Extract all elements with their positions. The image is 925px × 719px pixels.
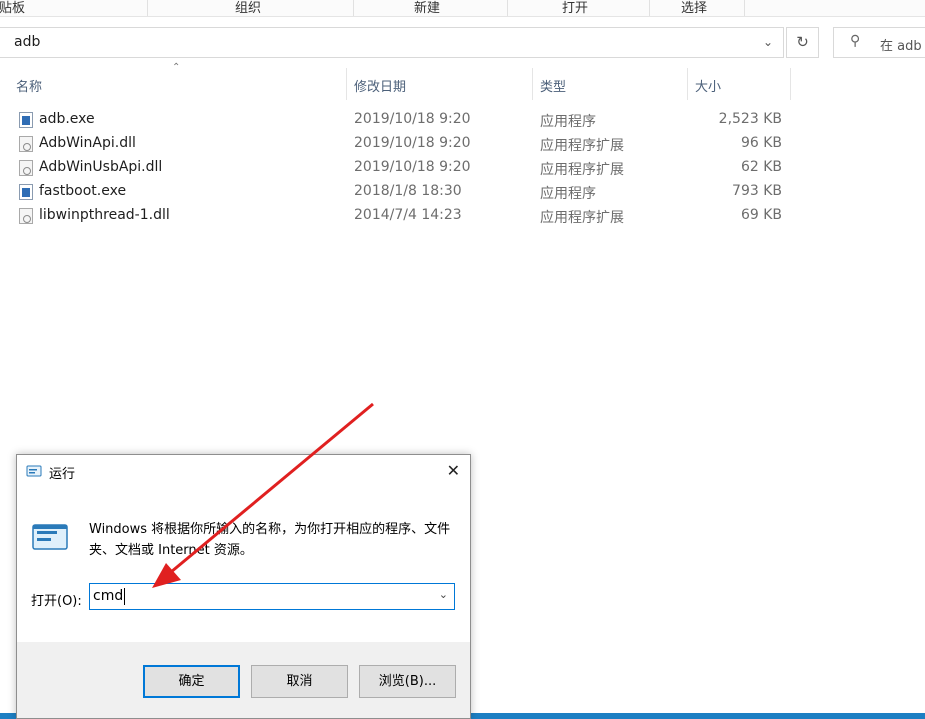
file-date: 2019/10/18 9:20 [354, 135, 471, 151]
file-size: 793 KB [732, 183, 782, 199]
file-row[interactable]: AdbWinUsbApi.dll 2019/10/18 9:20 应用程序扩展 … [0, 156, 800, 180]
file-type: 应用程序 [540, 114, 596, 130]
chevron-down-icon[interactable]: ⌄ [763, 35, 773, 49]
ribbon-group-select: 选择 [681, 1, 708, 16]
address-bar[interactable]: adb ⌄ [0, 27, 784, 58]
file-size: 69 KB [740, 207, 782, 223]
file-name: fastboot.exe [39, 183, 127, 199]
screen: 粘贴板 组织 新建 打开 选择 adb ⌄ ↻ ⚲ 在 adb 中搜索 ⌃ 名称… [0, 0, 925, 719]
ribbon-group-labels: 粘贴板 组织 新建 打开 选择 [0, 0, 925, 17]
dll-file-icon [19, 208, 33, 224]
dll-file-icon [19, 160, 33, 176]
run-large-icon [32, 524, 68, 550]
file-date: 2014/7/4 14:23 [354, 207, 462, 223]
text-caret [124, 588, 125, 605]
file-type: 应用程序扩展 [540, 210, 624, 226]
file-size: 2,523 KB [718, 111, 782, 127]
column-header-type[interactable]: 类型 [533, 68, 687, 100]
refresh-button[interactable]: ↻ [786, 27, 819, 58]
file-row[interactable]: libwinpthread-1.dll 2014/7/4 14:23 应用程序扩… [0, 204, 800, 228]
file-type: 应用程序扩展 [540, 162, 624, 178]
file-type: 应用程序 [540, 186, 596, 202]
file-type: 应用程序扩展 [540, 138, 624, 154]
file-date: 2019/10/18 9:20 [354, 111, 471, 127]
file-date: 2019/10/18 9:20 [354, 159, 471, 175]
address-path: adb [14, 34, 41, 50]
run-dialog: 运行 ✕ Windows 将根据你所输入的名称，为你打开相应的程序、文件夹、文档… [16, 454, 471, 719]
open-label: 打开(O): [31, 594, 82, 609]
exe-file-icon [19, 112, 33, 128]
refresh-icon: ↻ [796, 33, 809, 51]
cancel-button[interactable]: 取消 [251, 665, 348, 698]
column-header-size[interactable]: 大小 [688, 68, 790, 100]
close-icon[interactable]: ✕ [447, 461, 460, 480]
file-size: 62 KB [740, 159, 782, 175]
exe-file-icon [19, 184, 33, 200]
dialog-body [17, 489, 470, 642]
file-date: 2018/1/8 18:30 [354, 183, 462, 199]
dialog-title: 运行 [49, 467, 76, 482]
search-box[interactable]: ⚲ 在 adb 中搜索 [833, 27, 925, 58]
ribbon-group-open: 打开 [562, 1, 589, 16]
ribbon-group-clipboard: 粘贴板 [0, 1, 26, 16]
dialog-titlebar[interactable]: 运行 ✕ [17, 455, 470, 489]
ok-button[interactable]: 确定 [143, 665, 240, 698]
file-name: libwinpthread-1.dll [39, 207, 170, 223]
file-name: adb.exe [39, 111, 95, 127]
run-command-input[interactable]: cmd ⌄ [89, 583, 455, 610]
browse-button[interactable]: 浏览(B)... [359, 665, 456, 698]
column-header-date[interactable]: 修改日期 [347, 68, 532, 100]
ribbon-group-new: 新建 [414, 1, 441, 16]
chevron-down-icon[interactable]: ⌄ [439, 588, 448, 601]
file-row[interactable]: adb.exe 2019/10/18 9:20 应用程序 2,523 KB [0, 108, 800, 132]
file-name: AdbWinApi.dll [39, 135, 136, 151]
file-name: AdbWinUsbApi.dll [39, 159, 163, 175]
ribbon-group-organize: 组织 [235, 1, 262, 16]
run-command-value: cmd [93, 588, 124, 604]
search-icon: ⚲ [850, 33, 861, 49]
column-header-name[interactable]: 名称 [0, 68, 346, 100]
run-app-icon [26, 465, 42, 477]
file-row[interactable]: fastboot.exe 2018/1/8 18:30 应用程序 793 KB [0, 180, 800, 204]
dialog-description: Windows 将根据你所输入的名称，为你打开相应的程序、文件夹、文档或 Int… [89, 522, 451, 558]
file-size: 96 KB [740, 135, 782, 151]
search-placeholder: 在 adb 中搜索 [880, 39, 925, 54]
file-row[interactable]: AdbWinApi.dll 2019/10/18 9:20 应用程序扩展 96 … [0, 132, 800, 156]
dll-file-icon [19, 136, 33, 152]
